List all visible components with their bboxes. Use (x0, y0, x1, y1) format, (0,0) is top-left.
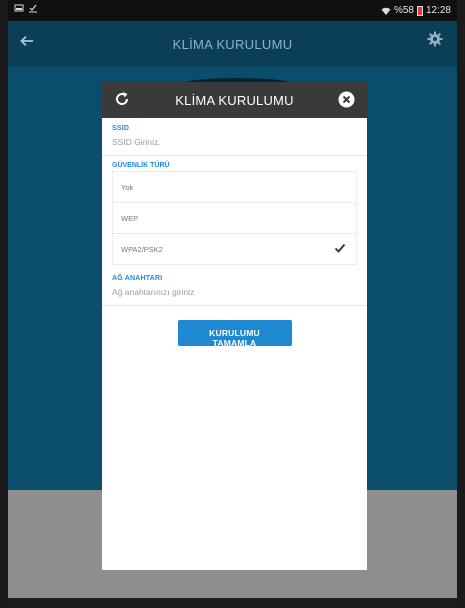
network-key-label: AĞ ANAHTARI (112, 275, 163, 282)
ssid-label: SSID (112, 125, 130, 132)
app-bar: KLİMA KURULUMU (8, 21, 457, 67)
checkmark-icon (334, 242, 346, 257)
dialog-header: KLİMA KURULUMU (102, 82, 367, 118)
ssid-input[interactable] (112, 137, 352, 147)
status-bar: %58 12:28 (8, 0, 457, 21)
security-option-none[interactable]: Yok (113, 172, 356, 203)
network-key-field: AĞ ANAHTARI (102, 268, 367, 306)
clock: 12:28 (425, 5, 451, 16)
download-complete-icon (28, 3, 38, 13)
device-screen: %58 12:28 KLİMA KURULUMU KLİMA KURULUMU … (8, 0, 457, 608)
battery-icon (416, 5, 423, 16)
security-option-wep[interactable]: WEP (113, 203, 356, 234)
network-key-input[interactable] (112, 287, 352, 297)
option-label: WPA2/PSK2 (121, 245, 163, 254)
close-icon[interactable] (338, 91, 355, 113)
security-type-options: Yok WEP WPA2/PSK2 (112, 171, 357, 265)
battery-percent: %58 (393, 5, 414, 16)
setup-dialog: KLİMA KURULUMU SSID GÜVENLİK TÜRÜ Yok WE… (102, 82, 367, 570)
option-label: Yok (121, 183, 134, 192)
gear-icon[interactable] (427, 31, 443, 52)
gallery-notification-icon (14, 3, 24, 13)
security-type-label: GÜVENLİK TÜRÜ (112, 162, 170, 169)
option-label: WEP (121, 214, 139, 223)
ssid-field: SSID (102, 118, 367, 156)
security-option-wpa2[interactable]: WPA2/PSK2 (113, 234, 356, 264)
wifi-icon (381, 6, 391, 16)
navigation-bar (8, 598, 457, 608)
app-title: KLİMA KURULUMU (172, 37, 293, 52)
complete-setup-button[interactable]: KURULUMU TAMAMLA (177, 320, 292, 348)
dialog-title: KLİMA KURULUMU (175, 93, 294, 108)
